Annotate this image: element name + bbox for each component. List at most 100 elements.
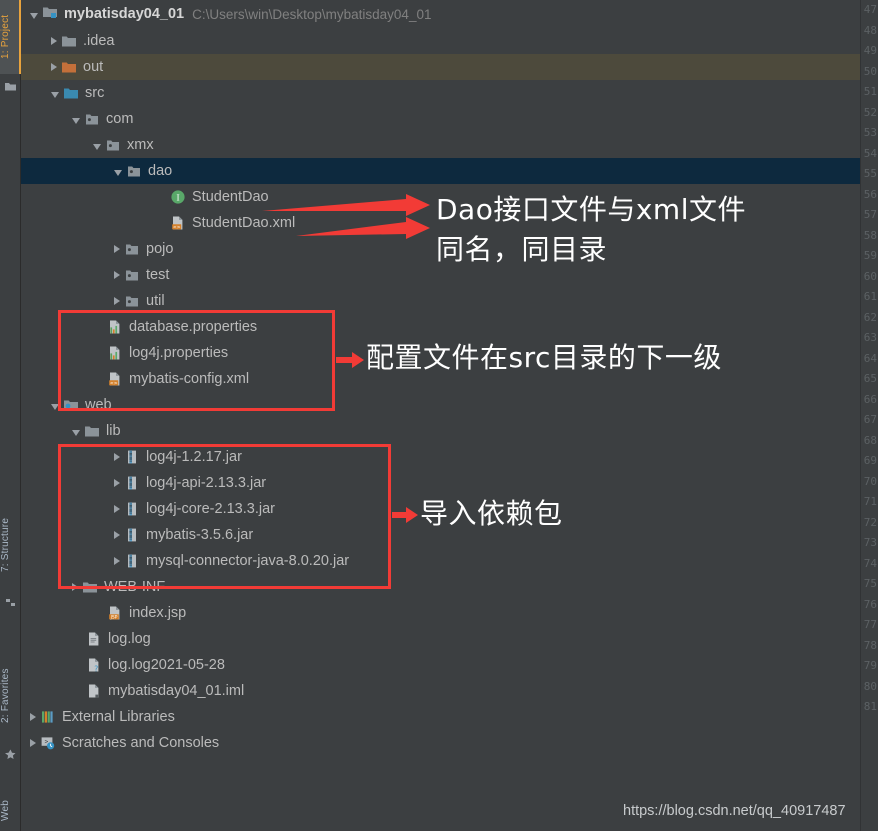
tree-row--idea[interactable]: .idea xyxy=(21,28,860,54)
chevron-right-icon[interactable] xyxy=(114,271,120,279)
tool-tab-structure[interactable]: 7: Structure xyxy=(0,500,21,590)
tree-row-label: StudentDao xyxy=(192,189,269,205)
gutter-line-number: 51 xyxy=(863,85,877,98)
gutter-line-number: 81 xyxy=(863,700,877,713)
svg-text:I: I xyxy=(176,194,179,204)
chevron-down-icon[interactable] xyxy=(72,117,80,124)
chevron-right-icon[interactable] xyxy=(114,557,120,565)
watermark-url: https://blog.csdn.net/qq_40917487 xyxy=(623,803,846,819)
chevron-down-icon[interactable] xyxy=(51,91,59,98)
package-icon xyxy=(126,296,138,307)
tree-row-log4j-api-2-13-3-jar[interactable]: log4j-api-2.13.3.jar xyxy=(21,470,860,496)
chevron-down-icon[interactable] xyxy=(51,403,59,410)
structure-tab-icon xyxy=(4,596,17,609)
annotation-text-dao-line1: Dao接口文件与xml文件 xyxy=(436,193,746,226)
xml-file-icon: <> xyxy=(109,372,120,386)
tree-row-label: log.log2021-05-28 xyxy=(108,657,225,673)
gutter-line-number: 70 xyxy=(863,474,877,488)
tree-row-label: External Libraries xyxy=(62,709,175,725)
chevron-right-icon[interactable] xyxy=(72,583,78,591)
tree-row-mysql-connector-java-8-0-20-jar[interactable]: mysql-connector-java-8.0.20.jar xyxy=(21,548,860,574)
chevron-down-icon[interactable] xyxy=(72,429,80,436)
chevron-right-icon[interactable] xyxy=(114,453,120,461)
gutter-line-number: 69 xyxy=(863,454,877,467)
tree-row-web-inf[interactable]: WEB-INF xyxy=(21,574,860,600)
tree-row-external-libraries[interactable]: External Libraries xyxy=(21,704,860,730)
gutter-line-number: 80 xyxy=(863,679,877,693)
svg-text:JSP: JSP xyxy=(110,614,118,620)
gutter-line-number: 47 xyxy=(863,3,877,16)
gutter-line-number: 64 xyxy=(863,351,877,365)
tree-row-root[interactable]: mybatisday04_01 C:\Users\win\Desktop\myb… xyxy=(21,0,860,28)
project-tree-panel[interactable]: mybatisday04_01 C:\Users\win\Desktop\myb… xyxy=(21,0,860,831)
chevron-right-icon[interactable] xyxy=(51,37,57,45)
text-file-icon xyxy=(89,632,99,646)
tree-row-mybatisday04-01-iml[interactable]: mybatisday04_01.iml xyxy=(21,678,860,704)
folder-icon xyxy=(83,582,97,593)
chevron-right-icon[interactable] xyxy=(114,245,120,253)
gutter-line-number: 71 xyxy=(863,495,877,508)
gutter-line-number: 76 xyxy=(863,597,877,611)
chevron-down-icon[interactable] xyxy=(93,143,101,150)
tool-tab-web[interactable]: Web xyxy=(0,792,21,830)
chevron-down-icon[interactable] xyxy=(114,169,122,176)
chevron-right-icon[interactable] xyxy=(114,531,120,539)
tree-row-util[interactable]: util xyxy=(21,288,860,314)
gutter-line-number: 52 xyxy=(863,105,877,119)
tree-row-label: lib xyxy=(106,423,121,439)
tree-row-scratches-and-consoles[interactable]: >_ Scratches and Consoles xyxy=(21,730,860,756)
tree-row-label: test xyxy=(146,267,170,283)
tree-row-web[interactable]: web xyxy=(21,392,860,418)
tree-row-com[interactable]: com xyxy=(21,106,860,132)
chevron-right-icon[interactable] xyxy=(30,713,36,721)
tree-row-label: dao xyxy=(148,163,173,179)
gutter-line-number: 56 xyxy=(863,187,877,201)
chevron-right-icon[interactable] xyxy=(114,479,120,487)
gutter-line-number: 60 xyxy=(863,269,877,283)
tool-tab-favorites[interactable]: 2: Favorites xyxy=(0,650,21,742)
gutter-line-number: 55 xyxy=(863,167,877,180)
tree-row-index-jsp[interactable]: JSP index.jsp xyxy=(21,600,860,626)
gutter-line-number: 79 xyxy=(863,659,877,672)
gutter-line-number: 48 xyxy=(863,23,877,37)
project-module-icon xyxy=(42,4,58,24)
chevron-right-icon[interactable] xyxy=(51,63,57,71)
tree-row-log-log2021-05-28[interactable]: ? log.log2021-05-28 xyxy=(21,652,860,678)
tree-row-src[interactable]: src xyxy=(21,80,860,106)
tree-row-dao[interactable]: dao xyxy=(21,158,860,184)
tree-row-log-log[interactable]: log.log xyxy=(21,626,860,652)
gutter-line-number: 59 xyxy=(863,249,877,262)
gutter-line-number: 73 xyxy=(863,536,877,549)
tree-row-label: .idea xyxy=(83,33,115,49)
tree-row-database-properties[interactable]: database.properties xyxy=(21,314,860,340)
tree-row-label: StudentDao.xml xyxy=(192,215,296,231)
tree-row-lib[interactable]: lib xyxy=(21,418,860,444)
folder-excluded-icon xyxy=(62,62,76,73)
tree-row-label: Scratches and Consoles xyxy=(62,735,220,751)
tree-row-xmx[interactable]: xmx xyxy=(21,132,860,158)
tree-row-log4j-1-2-17-jar[interactable]: log4j-1.2.17.jar xyxy=(21,444,860,470)
tree-row-out[interactable]: out xyxy=(21,54,860,80)
xml-file-icon: <> xyxy=(172,216,183,230)
chevron-right-icon[interactable] xyxy=(30,739,36,747)
tool-tab-project[interactable]: 1: Project xyxy=(0,0,21,74)
svg-text:<>: <> xyxy=(110,380,118,386)
chevron-right-icon[interactable] xyxy=(114,505,120,513)
intellij-project-window: 1: Project 7: Structure 2: Favorites Web xyxy=(0,0,878,831)
tree-row-label: util xyxy=(146,293,165,309)
tree-row-label: src xyxy=(85,85,105,101)
jar-file-icon xyxy=(128,554,136,568)
jar-file-icon xyxy=(128,528,136,542)
chevron-right-icon[interactable] xyxy=(114,297,120,305)
chevron-down-icon[interactable] xyxy=(30,12,38,19)
folder-icon xyxy=(85,426,99,437)
gutter-line-number: 63 xyxy=(863,331,877,344)
editor-gutter: 47 48 49 50 51 52 53 54 55 56 57 58 59 60 61 62 63 64 65 66… xyxy=(860,0,878,831)
tree-row-label: log4j.properties xyxy=(129,345,229,361)
gutter-line-numbers: 47 48 49 50 51 52 53 54 55 56 57 58 59 60 61 62 63 64 65 66… xyxy=(861,0,877,718)
tree-row-label: xmx xyxy=(127,137,154,153)
